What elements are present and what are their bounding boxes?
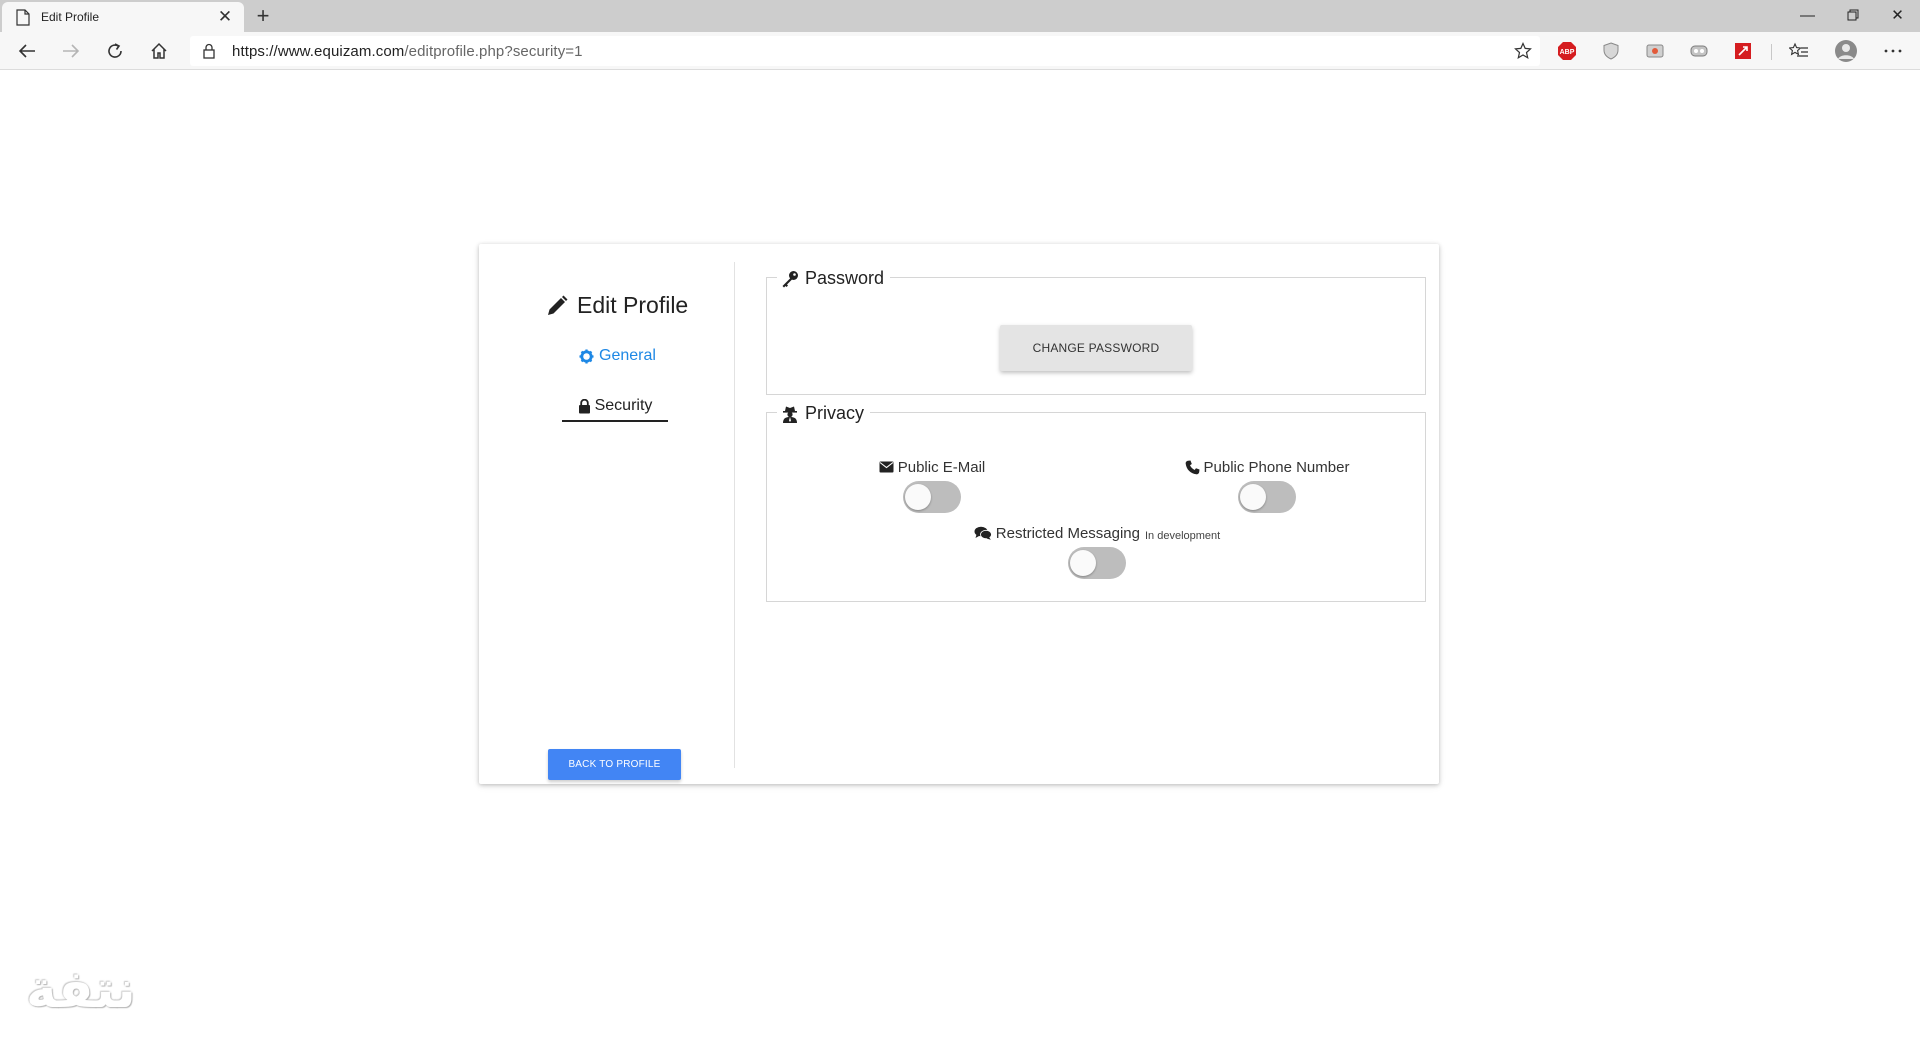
close-tab-icon[interactable]: ✕ [214,6,236,28]
privacy-legend: Privacy [777,403,871,424]
sidebar-item-label: General [599,347,656,364]
toolbar-divider [1771,44,1772,60]
refresh-icon[interactable] [99,35,131,67]
envelope-icon [879,461,894,473]
pdf-extension-icon[interactable] [1732,40,1754,62]
password-section: Password CHANGE PASSWORD [766,268,1426,395]
adblock-icon[interactable]: ABP [1556,40,1578,62]
address-bar[interactable]: https://www.equizam.com/editprofile.php?… [190,36,1540,66]
comments-icon [974,526,992,540]
tab-strip: Edit Profile ✕ + — ✕ [0,0,1920,32]
user-secret-icon [783,406,797,423]
edit-profile-card: Edit Profile General Security BACK TO PR… [479,244,1439,784]
key-icon [782,270,798,287]
restricted-messaging-toggle-group: Restricted Messaging In development [972,523,1222,579]
pencil-icon [548,295,568,315]
switch-knob [1240,484,1266,510]
close-window-icon[interactable]: ✕ [1875,0,1920,30]
password-legend-text: Password [805,268,885,288]
page-icon [16,8,30,26]
favorites-icon[interactable] [1788,40,1810,62]
browser-toolbar: https://www.equizam.com/editprofile.php?… [0,32,1920,70]
profile-sidebar: Edit Profile General Security BACK TO PR… [479,262,735,780]
lock-icon [578,398,590,413]
screenshot-extension-icon[interactable] [1644,40,1666,62]
password-legend: Password [777,268,891,289]
lock-icon [203,43,215,59]
favorite-star-icon[interactable] [1514,42,1532,60]
vr-extension-icon[interactable] [1688,40,1710,62]
browser-tab[interactable]: Edit Profile ✕ [2,2,244,32]
more-menu-icon[interactable] [1882,40,1904,62]
tab-title: Edit Profile [41,10,100,24]
public-email-text: Public E-Mail [897,458,986,476]
watermark-logo: ﻧﺘﻔﺔ [26,960,138,1020]
forward-arrow-icon[interactable] [55,35,87,67]
new-tab-icon[interactable]: + [250,3,276,28]
public-phone-switch[interactable] [1238,481,1296,513]
in-development-note: In development [1145,530,1221,542]
public-phone-text: Public Phone Number [1203,458,1350,476]
public-email-toggle-group: Public E-Mail [877,457,987,513]
public-email-switch[interactable] [903,481,961,513]
minimize-icon[interactable]: — [1785,0,1830,30]
back-arrow-icon[interactable] [11,35,43,67]
public-email-label: Public E-Mail [879,457,986,477]
svg-text:ABP: ABP [1560,49,1575,56]
privacy-section: Privacy Public E-Mail Public Phone Numbe… [766,403,1426,602]
public-phone-toggle-group: Public Phone Number [1177,457,1357,513]
switch-knob [1070,550,1096,576]
sidebar-title-text: Edit Profile [577,292,689,318]
home-icon[interactable] [143,35,175,67]
switch-knob [905,484,931,510]
restricted-messaging-text: Restricted Messaging [995,524,1140,542]
restricted-messaging-switch[interactable] [1068,547,1126,579]
url-host: https://www.equizam.com [232,43,405,60]
sidebar-title: Edit Profile [545,292,688,319]
public-phone-label: Public Phone Number [1185,457,1350,477]
sidebar-item-general[interactable]: General [579,347,656,365]
back-to-profile-button[interactable]: BACK TO PROFILE [548,749,681,780]
window-controls: — ✕ [1785,0,1920,30]
sidebar-item-label: Security [594,397,653,414]
restricted-messaging-label: Restricted Messaging In development [974,523,1220,543]
url-path: /editprofile.php?security=1 [404,43,583,60]
privacy-legend-text: Privacy [805,403,865,423]
change-password-button[interactable]: CHANGE PASSWORD [1000,325,1192,371]
url-text[interactable]: https://www.equizam.com/editprofile.php?… [232,43,583,60]
profile-avatar[interactable] [1834,39,1858,63]
phone-icon [1185,460,1200,474]
gear-icon [579,348,594,364]
restore-icon[interactable] [1830,0,1875,30]
shield-icon[interactable] [1600,40,1622,62]
sidebar-item-security[interactable]: Security [562,396,668,422]
